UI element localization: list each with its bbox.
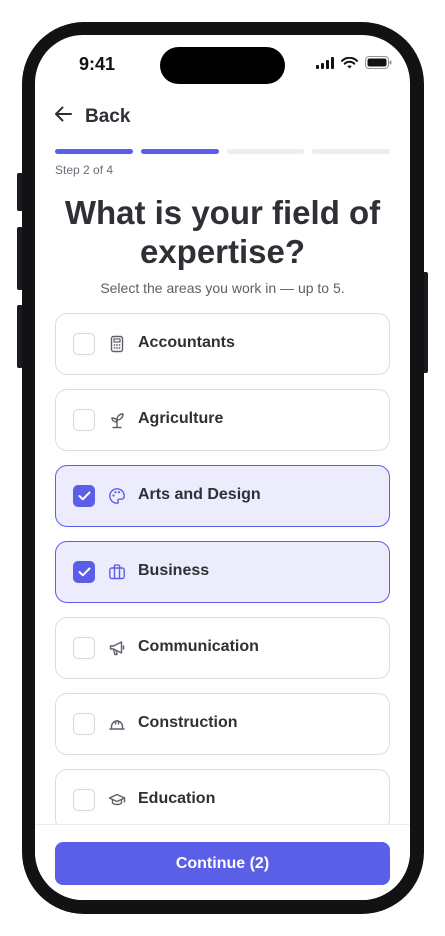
option-label: Construction [138, 714, 238, 731]
expertise-option[interactable]: Business [55, 541, 390, 603]
expertise-option-list: Accountants Agriculture Arts and Design Bus… [55, 313, 390, 845]
sprout-icon [108, 411, 126, 429]
option-label: Education [138, 790, 216, 807]
progress-segment [226, 149, 305, 154]
page-subtitle: Select the areas you work in — up to 5. [100, 280, 345, 296]
option-checkbox[interactable] [73, 409, 95, 431]
option-checkbox[interactable] [73, 713, 95, 735]
expertise-option[interactable]: Agriculture [55, 389, 390, 451]
progress-segment [312, 149, 390, 154]
hard-hat-icon [108, 715, 126, 733]
option-label: Communication [138, 638, 259, 655]
option-checkbox[interactable] [73, 561, 95, 583]
continue-button[interactable]: Continue (2) [55, 842, 390, 885]
back-label: Back [85, 105, 131, 127]
expertise-option[interactable]: Construction [55, 693, 390, 755]
device-stage: 9:41 Back Step 2 of 4 What is your field… [0, 0, 445, 936]
briefcase-icon [108, 563, 126, 581]
status-time: 9:41 [79, 54, 116, 74]
checkmark-icon [78, 567, 90, 577]
option-checkbox[interactable] [73, 333, 95, 355]
option-checkbox[interactable] [73, 789, 95, 811]
expertise-option[interactable]: Accountants [55, 313, 390, 375]
battery-icon [365, 56, 392, 69]
status-icons [316, 56, 392, 69]
progress-segment [55, 149, 133, 154]
phone-screen: 9:41 Back Step 2 of 4 What is your field… [35, 35, 410, 900]
option-checkbox[interactable] [73, 637, 95, 659]
option-label: Business [138, 562, 210, 579]
option-label: Agriculture [138, 410, 224, 427]
expertise-option[interactable]: Arts and Design [55, 465, 390, 527]
footer-bar: Continue (2) [35, 824, 410, 900]
progress-segment [140, 149, 219, 154]
wifi-icon [341, 56, 358, 69]
cellular-signal-icon [316, 56, 334, 69]
expertise-option[interactable]: Communication [55, 617, 390, 679]
option-label: Accountants [138, 334, 235, 351]
option-label: Arts and Design [138, 486, 261, 503]
step-label: Step 2 of 4 [55, 163, 114, 177]
graduation-cap-icon [108, 791, 126, 809]
dynamic-island [160, 47, 285, 84]
step-progress-bar [55, 149, 390, 154]
calculator-icon [108, 335, 126, 353]
palette-icon [108, 487, 126, 505]
checkmark-icon [78, 491, 90, 501]
arrow-left-icon [53, 105, 73, 128]
option-checkbox[interactable] [73, 485, 95, 507]
megaphone-icon [108, 639, 126, 657]
expertise-option[interactable]: Education [55, 769, 390, 831]
back-button[interactable]: Back [53, 105, 130, 128]
page-title: What is your field of expertise? [64, 194, 381, 270]
